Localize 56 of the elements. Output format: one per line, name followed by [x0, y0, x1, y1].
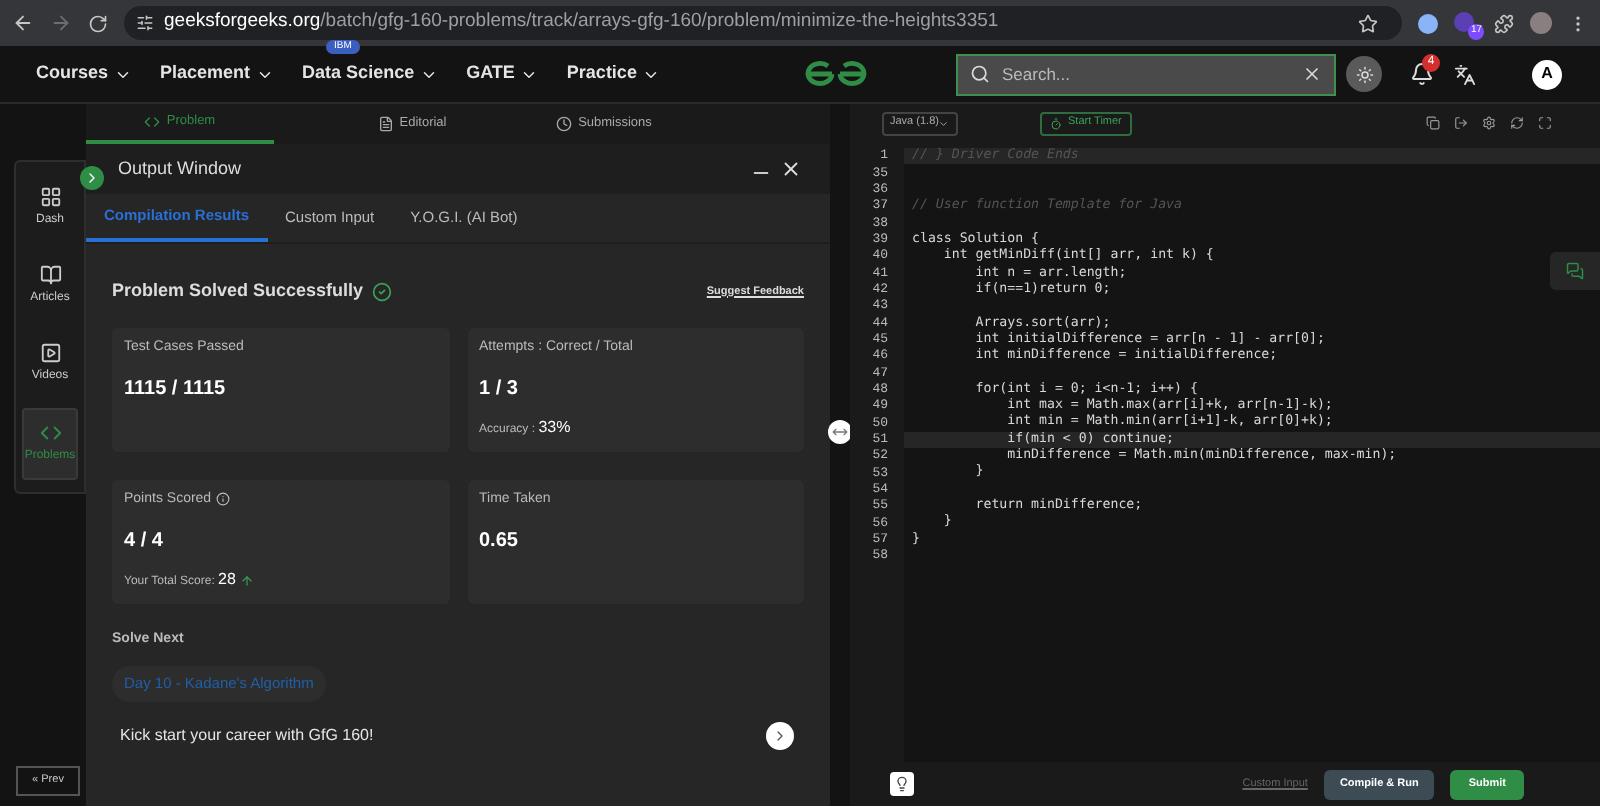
site-info-icon[interactable] — [136, 14, 154, 32]
translate-icon[interactable] — [1454, 63, 1476, 85]
chevron-right-icon — [772, 728, 788, 744]
nav-menu-item[interactable]: Data Science — [302, 60, 439, 88]
timer-icon — [1050, 117, 1062, 129]
status-title: Problem Solved Successfully — [112, 278, 364, 304]
sun-icon — [1355, 65, 1373, 83]
address-bar[interactable]: geeksforgeeks.org/batch/gfg-160-problems/track/arrays-gfg-160/problem/minimize-the-heights3351 — [124, 6, 1402, 40]
back-icon[interactable] — [12, 12, 34, 34]
logo-icon — [804, 60, 868, 88]
video-icon — [39, 342, 61, 364]
search-icon — [970, 64, 990, 84]
close-icon[interactable] — [1302, 64, 1322, 84]
card-value: 0.65 — [479, 528, 520, 556]
bookmark-star-icon[interactable] — [1358, 13, 1378, 33]
close-icon[interactable] — [780, 158, 802, 180]
nav-menu-item[interactable]: Courses — [36, 60, 133, 88]
document-icon — [377, 116, 394, 132]
code-icon — [39, 422, 61, 444]
grid-icon — [39, 186, 61, 208]
card-value: 1 / 3 — [479, 376, 520, 404]
user-avatar[interactable]: A — [1532, 59, 1562, 89]
refresh-icon[interactable] — [1510, 116, 1524, 130]
settings-icon[interactable] — [1482, 116, 1496, 130]
card-value: 1115 / 1115 — [124, 376, 228, 404]
fullscreen-icon[interactable] — [1538, 116, 1552, 130]
copy-icon[interactable] — [1426, 116, 1440, 130]
nav-menu-item[interactable]: Practice — [566, 60, 661, 88]
reload-icon[interactable] — [88, 13, 108, 33]
extensions-icon[interactable] — [1494, 13, 1514, 33]
window-title: Output Window — [118, 155, 242, 182]
nav-menu-item[interactable]: Placement — [160, 60, 275, 88]
check-circle-icon — [371, 281, 392, 302]
next-arrow-button[interactable] — [766, 722, 794, 750]
arrow-up-icon — [239, 573, 254, 587]
nav-menu-item[interactable]: GATE — [466, 60, 539, 88]
clock-icon — [556, 116, 573, 132]
chat-icon — [1566, 262, 1584, 280]
chat-button[interactable] — [1550, 252, 1600, 290]
chevron-right-icon — [84, 170, 100, 186]
chevron-down-icon — [938, 117, 950, 129]
search-bar[interactable]: Search... — [956, 53, 1336, 95]
card-value: 4 / 4 — [124, 528, 165, 556]
info-icon — [215, 492, 230, 507]
promo-text: Kick start your career with GfG 160! — [120, 724, 374, 748]
profile-avatar[interactable] — [1530, 12, 1552, 34]
hint-button[interactable] — [890, 772, 914, 796]
resize-arrows-icon — [832, 424, 848, 440]
notification-bell-icon[interactable] — [1410, 62, 1434, 86]
exit-icon[interactable] — [1454, 116, 1468, 130]
lightbulb-icon — [894, 776, 910, 792]
search-field[interactable]: Search... — [1002, 61, 1290, 87]
code-icon — [144, 114, 161, 130]
book-icon — [39, 264, 61, 286]
theme-toggle-button[interactable] — [1346, 56, 1382, 92]
url-text: geeksforgeeks.org/batch/gfg-160-problems/track/arrays-gfg-160/problem/minimize-the-heights3351 — [164, 8, 1001, 37]
